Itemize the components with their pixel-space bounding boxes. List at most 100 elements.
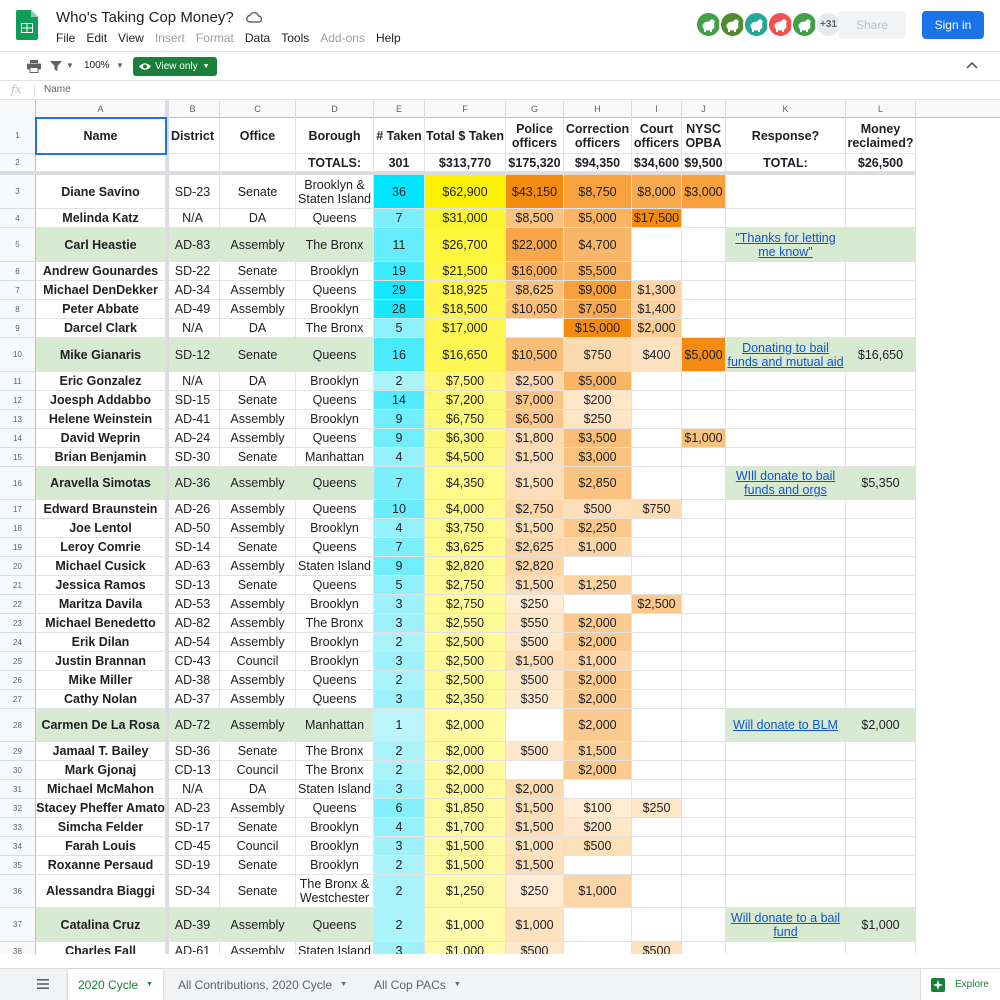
row-header[interactable]: 23 bbox=[0, 614, 36, 633]
cell-office[interactable]: Assembly bbox=[220, 595, 296, 614]
cell-police-officers[interactable]: $10,500 bbox=[506, 338, 564, 372]
cell-district[interactable]: AD-39 bbox=[166, 908, 220, 942]
sheet-tab-dropdown-icon[interactable]: ▼ bbox=[146, 981, 153, 988]
cell-court-officers[interactable] bbox=[632, 576, 682, 595]
cell-response[interactable] bbox=[726, 671, 846, 690]
cell-total-taken[interactable]: $1,000 bbox=[425, 908, 506, 942]
cell-correction-officers[interactable]: $2,000 bbox=[564, 690, 632, 709]
cell-police-officers[interactable] bbox=[506, 709, 564, 742]
cell-name[interactable]: Roxanne Persaud bbox=[36, 856, 166, 875]
cell-nysc-opba[interactable] bbox=[682, 519, 726, 538]
cell-nysc-opba[interactable] bbox=[682, 614, 726, 633]
cell-court-officers[interactable] bbox=[632, 228, 682, 262]
row-header[interactable]: 1 bbox=[0, 118, 36, 154]
cell-office[interactable]: Assembly bbox=[220, 690, 296, 709]
cell-money-reclaimed[interactable] bbox=[846, 281, 916, 300]
cell-borough[interactable]: Queens bbox=[296, 467, 374, 500]
cell-borough[interactable]: The Bronx bbox=[296, 228, 374, 262]
cell-correction-officers[interactable]: $200 bbox=[564, 818, 632, 837]
cell-correction-officers[interactable] bbox=[564, 780, 632, 799]
cell-correction-officers[interactable]: $1,000 bbox=[564, 875, 632, 908]
cell-nysc-opba[interactable] bbox=[682, 262, 726, 281]
cell-office[interactable]: Assembly bbox=[220, 300, 296, 319]
cell-name[interactable]: Aravella Simotas bbox=[36, 467, 166, 500]
cell-name[interactable]: Leroy Comrie bbox=[36, 538, 166, 557]
row-header[interactable]: 6 bbox=[0, 262, 36, 281]
cell-taken-count[interactable]: 2 bbox=[374, 875, 425, 908]
cell-response[interactable] bbox=[726, 300, 846, 319]
cell-borough[interactable]: The Bronx & Westchester bbox=[296, 875, 374, 908]
cell-court-officers[interactable]: $2,000 bbox=[632, 319, 682, 338]
cell-court-officers[interactable]: $750 bbox=[632, 500, 682, 519]
row-header[interactable]: 17 bbox=[0, 500, 36, 519]
cell-money-reclaimed[interactable] bbox=[846, 372, 916, 391]
cell-total-taken[interactable]: $62,900 bbox=[425, 175, 506, 209]
cell-taken-count[interactable]: 5 bbox=[374, 576, 425, 595]
row-header[interactable]: 28 bbox=[0, 709, 36, 742]
cell-office[interactable]: Council bbox=[220, 761, 296, 780]
cell-office[interactable]: DA bbox=[220, 319, 296, 338]
cell-total-taken[interactable]: $2,750 bbox=[425, 595, 506, 614]
cell-district[interactable]: SD-15 bbox=[166, 391, 220, 410]
cell-taken-count[interactable]: 2 bbox=[374, 761, 425, 780]
row-header[interactable]: 38 bbox=[0, 942, 36, 954]
cell-taken-count[interactable]: 5 bbox=[374, 319, 425, 338]
cell-police-officers[interactable]: $43,150 bbox=[506, 175, 564, 209]
row-header[interactable]: 19 bbox=[0, 538, 36, 557]
cell-name[interactable]: Maritza Davila bbox=[36, 595, 166, 614]
cell-correction-officers[interactable]: $15,000 bbox=[564, 319, 632, 338]
cell-borough[interactable]: Brooklyn bbox=[296, 856, 374, 875]
cell-correction-officers[interactable]: $3,500 bbox=[564, 429, 632, 448]
cell-response[interactable] bbox=[726, 818, 846, 837]
cell-district[interactable]: SD-14 bbox=[166, 538, 220, 557]
cell-taken-count[interactable]: 3 bbox=[374, 690, 425, 709]
row-header[interactable]: 12 bbox=[0, 391, 36, 410]
cell-nysc-opba[interactable] bbox=[682, 391, 726, 410]
cell-total-taken[interactable]: $3,625 bbox=[425, 538, 506, 557]
cell-taken-count[interactable]: 7 bbox=[374, 467, 425, 500]
cell-name[interactable]: Jessica Ramos bbox=[36, 576, 166, 595]
column-header-d[interactable]: D bbox=[296, 100, 374, 118]
cell-taken-count[interactable]: 9 bbox=[374, 410, 425, 429]
cell-total-taken[interactable]: $17,000 bbox=[425, 319, 506, 338]
header-correction-officers[interactable]: Correction officers bbox=[564, 118, 632, 154]
cell-court-officers[interactable] bbox=[632, 538, 682, 557]
cell-office[interactable]: Senate bbox=[220, 262, 296, 281]
cell-court-officers[interactable] bbox=[632, 742, 682, 761]
cell-name[interactable]: Carmen De La Rosa bbox=[36, 709, 166, 742]
sign-in-button[interactable]: Sign in bbox=[922, 11, 984, 39]
cell-court-officers[interactable] bbox=[632, 856, 682, 875]
cell-police-officers[interactable]: $1,500 bbox=[506, 799, 564, 818]
cell-office[interactable]: Assembly bbox=[220, 908, 296, 942]
cell-district[interactable]: SD-13 bbox=[166, 576, 220, 595]
cell-borough[interactable]: The Bronx bbox=[296, 742, 374, 761]
cell-borough[interactable]: Queens bbox=[296, 281, 374, 300]
cell-borough[interactable]: Brooklyn bbox=[296, 262, 374, 281]
cell-name[interactable]: Stacey Pheffer Amato bbox=[36, 799, 166, 818]
row-header[interactable]: 2 bbox=[0, 154, 36, 172]
cell-response[interactable] bbox=[726, 761, 846, 780]
cell-response[interactable] bbox=[726, 538, 846, 557]
cell-court-officers[interactable] bbox=[632, 690, 682, 709]
cell-court-officers[interactable] bbox=[632, 780, 682, 799]
cell-police-officers[interactable]: $16,000 bbox=[506, 262, 564, 281]
cell-money-reclaimed[interactable] bbox=[846, 209, 916, 228]
cell-nysc-opba[interactable] bbox=[682, 576, 726, 595]
cell-money-reclaimed[interactable] bbox=[846, 742, 916, 761]
cell-money-reclaimed[interactable] bbox=[846, 671, 916, 690]
row-header[interactable]: 26 bbox=[0, 671, 36, 690]
column-header-e[interactable]: E bbox=[374, 100, 425, 118]
cell-taken-count[interactable]: 29 bbox=[374, 281, 425, 300]
cell-taken-count[interactable]: 3 bbox=[374, 942, 425, 954]
cell-police-officers[interactable]: $2,000 bbox=[506, 780, 564, 799]
cell-response[interactable] bbox=[726, 557, 846, 576]
cell-name[interactable]: Joe Lentol bbox=[36, 519, 166, 538]
cell-borough[interactable]: Brooklyn bbox=[296, 410, 374, 429]
row-header[interactable]: 8 bbox=[0, 300, 36, 319]
cell-taken-count[interactable]: 3 bbox=[374, 652, 425, 671]
cell-police-officers[interactable]: $1,500 bbox=[506, 652, 564, 671]
cell-money-reclaimed[interactable] bbox=[846, 761, 916, 780]
cell-court-officers[interactable]: $250 bbox=[632, 799, 682, 818]
cell-total-taken[interactable]: $6,750 bbox=[425, 410, 506, 429]
cell-police-officers[interactable]: $500 bbox=[506, 671, 564, 690]
